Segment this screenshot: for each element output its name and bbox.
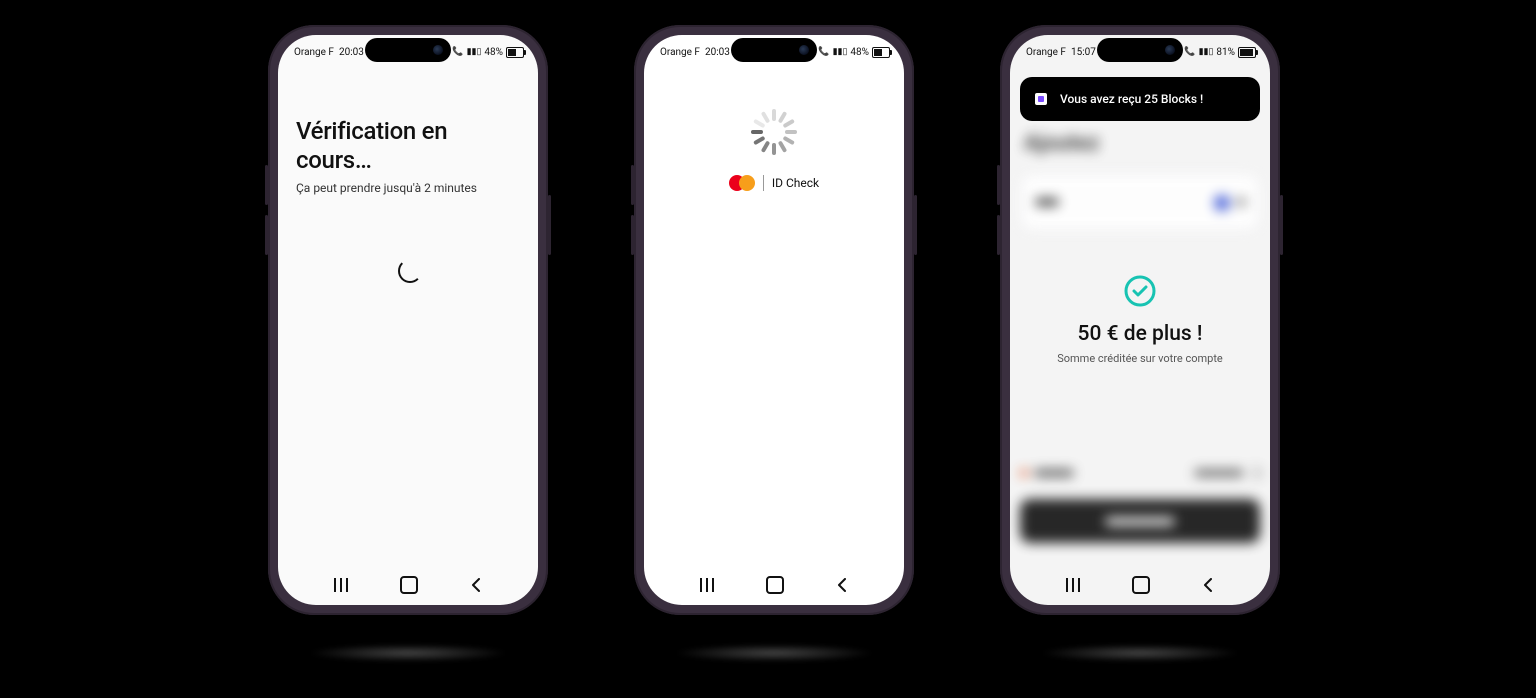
stage: Orange F 20:03 ⏰ ᚼ 📶 📞 ▮▮▯ 48% Vérificat…: [0, 0, 1536, 698]
volte-icon: 📞: [818, 47, 829, 57]
battery-icon: [872, 47, 890, 58]
success-title: 50 € de plus !: [1010, 322, 1270, 346]
clock-label: 15:07: [1071, 47, 1096, 58]
check-circle-icon: [1123, 274, 1157, 308]
mastercard-id-check: ID Check: [644, 175, 904, 191]
toast-notification[interactable]: Vous avez reçu 25 Blocks !: [1020, 77, 1260, 121]
screen-3: Orange F 15:07 ⏰ ᚼ 🔇 📶 📞 ▮▮▯ 81%: [1010, 35, 1270, 605]
id-check-label: ID Check: [772, 176, 819, 190]
phone-mockup-1: Orange F 20:03 ⏰ ᚼ 📶 📞 ▮▮▯ 48% Vérificat…: [268, 25, 548, 615]
back-button[interactable]: [470, 578, 482, 592]
success-subtitle: Somme créditée sur votre compte: [1010, 352, 1270, 365]
blocks-icon: [1032, 90, 1050, 108]
page-subtitle: Ça peut prendre jusqu'à 2 minutes: [296, 181, 520, 195]
carrier-label: Orange F: [294, 47, 334, 58]
carrier-label: Orange F: [1026, 47, 1066, 58]
blurred-heading: Ajoutez: [1010, 131, 1270, 156]
volte-icon: 📞: [1184, 47, 1195, 57]
battery-label: 48%: [850, 47, 869, 58]
phone-shadow: [1040, 644, 1240, 662]
signal-icon: ▮▮▯: [1199, 47, 1214, 57]
screen-1: Orange F 20:03 ⏰ ᚼ 📶 📞 ▮▮▯ 48% Vérificat…: [278, 35, 538, 605]
back-button[interactable]: [1202, 578, 1214, 592]
blurred-primary-button: [1020, 499, 1260, 543]
phone-shadow: [308, 644, 508, 662]
screen-2: Orange F 20:03 ⏰ ᚼ 📶 📞 ▮▮▯ 48%: [644, 35, 904, 605]
phone-shadow: [674, 644, 874, 662]
blurred-amount-card: [1020, 173, 1260, 231]
battery-label: 81%: [1216, 47, 1235, 58]
blurred-payment-row: [1020, 463, 1260, 483]
page-title: Vérification en cours…: [296, 117, 520, 175]
home-button[interactable]: [766, 576, 784, 594]
volte-icon: 📞: [452, 47, 463, 57]
android-navbar: [1010, 571, 1270, 599]
recents-button[interactable]: [1066, 578, 1080, 592]
mastercard-icon: [729, 175, 755, 191]
home-button[interactable]: [1132, 576, 1150, 594]
signal-icon: ▮▮▯: [467, 47, 482, 57]
battery-label: 48%: [484, 47, 503, 58]
notch: [365, 38, 451, 62]
spinner-icon: [751, 109, 797, 155]
android-navbar: [644, 571, 904, 599]
recents-button[interactable]: [334, 578, 348, 592]
phone-mockup-3: Orange F 15:07 ⏰ ᚼ 🔇 📶 📞 ▮▮▯ 81%: [1000, 25, 1280, 615]
success-panel: 50 € de plus ! Somme créditée sur votre …: [1010, 274, 1270, 365]
recents-button[interactable]: [700, 578, 714, 592]
home-button[interactable]: [400, 576, 418, 594]
battery-icon: [1238, 47, 1256, 58]
android-navbar: [278, 571, 538, 599]
phone-mockup-2: Orange F 20:03 ⏰ ᚼ 📶 📞 ▮▮▯ 48%: [634, 25, 914, 615]
clock-label: 20:03: [339, 47, 364, 58]
signal-icon: ▮▮▯: [833, 47, 848, 57]
carrier-label: Orange F: [660, 47, 700, 58]
battery-icon: [506, 47, 524, 58]
clock-label: 20:03: [705, 47, 730, 58]
notch: [1097, 38, 1183, 62]
spinner-icon: [398, 259, 422, 283]
toast-text: Vous avez reçu 25 Blocks !: [1060, 92, 1203, 106]
back-button[interactable]: [836, 578, 848, 592]
notch: [731, 38, 817, 62]
